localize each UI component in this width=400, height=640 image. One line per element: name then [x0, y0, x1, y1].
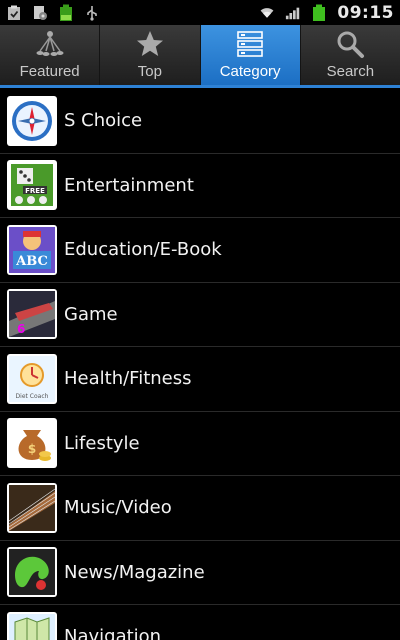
diet-coach-icon: Diet Coach — [7, 353, 57, 404]
list-item[interactable]: FREE Entertainment — [0, 154, 400, 218]
svg-text:6: 6 — [17, 322, 25, 336]
category-label: S Choice — [64, 110, 143, 132]
status-bar: 09:15 — [0, 0, 400, 25]
category-label: Entertainment — [64, 174, 194, 196]
compass-icon — [7, 95, 57, 146]
star-icon — [134, 29, 166, 59]
signal-icon — [285, 5, 301, 21]
system-icons: 09:15 — [259, 0, 394, 25]
list-item[interactable]: Navigation — [0, 605, 400, 640]
svg-text:Diet Coach: Diet Coach — [16, 393, 49, 400]
map-icon — [7, 611, 57, 640]
list-item[interactable]: ABC Education/E-Book — [0, 218, 400, 283]
category-label: Game — [64, 303, 118, 325]
svg-text:FREE: FREE — [25, 187, 45, 195]
list-item[interactable]: Music/Video — [0, 476, 400, 541]
tab-search[interactable]: Search — [301, 25, 400, 85]
battery-100-notification-icon — [58, 4, 74, 21]
category-label: News/Magazine — [64, 561, 205, 583]
svg-text:$: $ — [28, 442, 36, 456]
category-label: Health/Fitness — [64, 368, 192, 390]
featured-icon — [34, 29, 66, 59]
dice-free-icon: FREE — [7, 160, 57, 211]
category-label: Music/Video — [64, 497, 172, 519]
category-list-icon — [234, 29, 266, 59]
usb-icon — [84, 5, 100, 21]
wifi-icon — [259, 5, 275, 21]
notification-icons — [6, 0, 100, 25]
search-icon — [334, 29, 366, 59]
tab-top[interactable]: Top — [100, 25, 201, 85]
tab-category[interactable]: Category — [200, 25, 301, 85]
list-item[interactable]: $ Lifestyle — [0, 412, 400, 476]
clock: 09:15 — [337, 2, 394, 23]
tab-label: Search — [326, 63, 375, 80]
tab-featured[interactable]: Featured — [0, 25, 101, 85]
clipboard-check-icon — [6, 5, 22, 21]
guitar-icon — [7, 482, 57, 533]
green-blob-icon — [7, 547, 57, 598]
abc-blocks-icon: ABC — [7, 224, 57, 275]
category-label: Navigation — [64, 626, 162, 640]
money-bag-icon: $ — [7, 418, 57, 469]
tab-label: Top — [137, 63, 162, 80]
tab-label: Category — [219, 63, 281, 80]
list-item[interactable]: 6 Game — [0, 283, 400, 347]
tab-bar: Featured Top Category Search — [0, 25, 400, 88]
category-label: Education/E-Book — [64, 239, 222, 261]
racing-game-icon: 6 — [7, 289, 57, 340]
tab-label: Featured — [19, 63, 80, 80]
svg-text:ABC: ABC — [15, 254, 48, 269]
list-item[interactable]: S Choice — [0, 89, 400, 154]
battery-icon — [311, 4, 327, 21]
settings-doc-icon — [32, 5, 48, 21]
list-item[interactable]: Diet Coach Health/Fitness — [0, 347, 400, 412]
list-item[interactable]: News/Magazine — [0, 541, 400, 605]
category-label: Lifestyle — [64, 432, 140, 454]
category-list: S Choice FREE Entertainment ABC Educatio… — [0, 89, 400, 640]
